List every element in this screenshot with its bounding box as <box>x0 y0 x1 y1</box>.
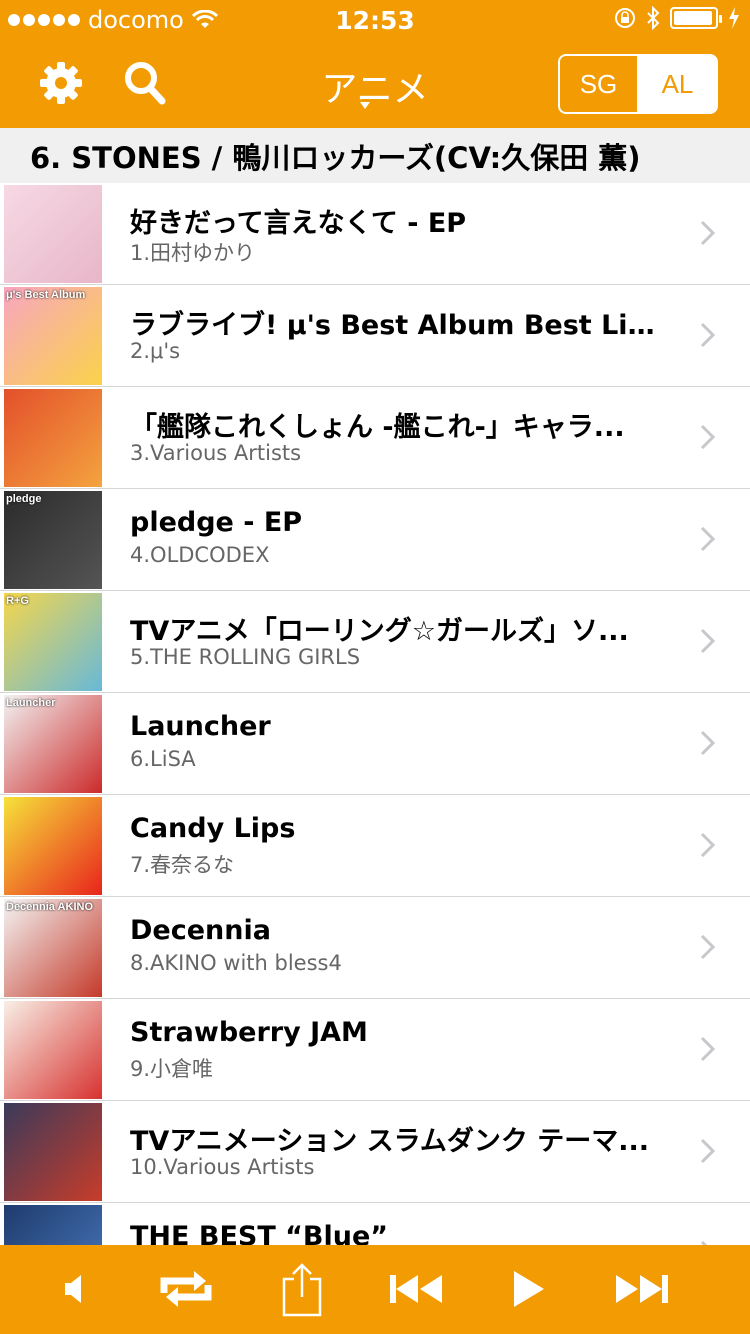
charging-icon <box>729 7 739 29</box>
album-row[interactable]: μ's Best Album ラブライブ! μ's Best Album Best… <box>0 285 750 387</box>
repeat-icon <box>160 1271 212 1307</box>
navigation-bar: アニメ SG AL <box>0 40 750 128</box>
top-bar: docomo 12:53 アニメ SG AL <box>0 0 750 128</box>
player-controls <box>0 1245 750 1334</box>
album-row[interactable]: R+G TVアニメ「ローリング☆ガールズ」ソ... 5.THE ROLLING GI… <box>0 591 750 693</box>
battery-level <box>674 11 712 25</box>
album-art-text: Launcher <box>6 697 56 709</box>
chevron-right-icon <box>700 220 716 246</box>
album-row[interactable]: pledge pledge - EP 4.OLDCODEX <box>0 489 750 591</box>
album-artist: 10.Various Artists <box>130 1155 315 1179</box>
share-button[interactable] <box>272 1263 332 1317</box>
album-art-strawberry <box>4 1001 102 1099</box>
segment-al[interactable]: AL <box>639 56 716 112</box>
album-title: Strawberry JAM <box>130 1017 368 1048</box>
album-row[interactable]: Launcher Launcher 6.LiSA <box>0 693 750 795</box>
chevron-right-icon <box>700 424 716 450</box>
chevron-right-icon <box>700 1036 716 1062</box>
album-title: Launcher <box>130 711 271 742</box>
album-title: TVアニメーション スラムダンク テーマ... <box>130 1126 649 1157</box>
album-art-dark-scratch: pledge <box>4 491 102 589</box>
album-artist: 4.OLDCODEX <box>130 543 270 567</box>
album-art-decennia: Decennia AKINO <box>4 899 102 997</box>
play-icon <box>514 1271 544 1307</box>
album-title: 好きだって言えなくて - EP <box>130 208 467 239</box>
album-row[interactable]: THE BEST “Blue” <box>0 1203 750 1245</box>
chevron-right-icon <box>700 832 716 858</box>
album-artist: 1.田村ゆかり <box>130 241 256 265</box>
album-title: ラブライブ! μ's Best Album Best Live!... <box>130 310 660 341</box>
album-row[interactable]: 「艦隊これくしょん -艦これ-」キャラ... 3.Various Artists <box>0 387 750 489</box>
previous-track-button[interactable] <box>386 1263 446 1315</box>
battery-icon <box>670 7 722 29</box>
album-row[interactable]: TVアニメーション スラムダンク テーマ... 10.Various Artist… <box>0 1101 750 1203</box>
segment-sg[interactable]: SG <box>560 56 639 112</box>
bluetooth-icon <box>647 6 660 30</box>
volume-button[interactable] <box>44 1263 104 1315</box>
volume-icon <box>65 1275 81 1303</box>
chevron-right-icon <box>700 526 716 552</box>
album-title: Decennia <box>130 915 271 946</box>
album-art-candy-balloons <box>4 797 102 895</box>
repeat-button[interactable] <box>156 1263 216 1315</box>
album-title: Candy Lips <box>130 813 296 844</box>
album-art-group-collage: μ's Best Album <box>4 287 102 385</box>
album-artist: 5.THE ROLLING GIRLS <box>130 645 361 669</box>
status-right <box>614 6 740 30</box>
next-track-button[interactable] <box>612 1263 672 1315</box>
album-art-anime-girls <box>4 389 102 487</box>
album-row[interactable]: Strawberry JAM 9.小倉唯 <box>0 999 750 1101</box>
album-artist: 6.LiSA <box>130 747 196 771</box>
album-list[interactable]: 好きだって言えなくて - EP 1.田村ゆかり μ's Best Album ラブライ… <box>0 183 750 1245</box>
album-title: 「艦隊これくしょん -艦これ-」キャラ... <box>130 412 625 443</box>
previous-track-icon <box>390 1275 442 1303</box>
status-bar: docomo 12:53 <box>0 0 750 40</box>
album-title: THE BEST “Blue” <box>130 1221 389 1245</box>
album-art-text: pledge <box>6 493 42 505</box>
album-artist: 8.AKINO with bless4 <box>130 951 342 975</box>
album-art-text: μ's Best Album <box>6 289 86 301</box>
album-artist: 3.Various Artists <box>130 441 302 465</box>
album-artist: 2.μ's <box>130 339 181 363</box>
play-button[interactable] <box>498 1263 558 1315</box>
album-art-pink-portrait <box>4 185 102 283</box>
album-art-slam-dunk <box>4 1103 102 1201</box>
chevron-right-icon <box>700 1138 716 1164</box>
album-title: TVアニメ「ローリング☆ガールズ」ソ... <box>130 616 629 647</box>
album-artist: 7.春奈るな <box>130 853 235 877</box>
album-art-blue <box>4 1205 102 1245</box>
album-art-anime-group: R+G <box>4 593 102 691</box>
album-art-text: R+G <box>6 595 29 607</box>
album-row[interactable]: Candy Lips 7.春奈るな <box>0 795 750 897</box>
album-art-text: Decennia AKINO <box>6 901 94 913</box>
chevron-right-icon <box>700 628 716 654</box>
album-artist: 9.小倉唯 <box>130 1057 214 1081</box>
orientation-lock-icon <box>615 8 635 28</box>
now-playing-header: 6. STONES / 鴨川ロッカーズ(CV:久保田 薫) <box>0 128 750 183</box>
share-icon <box>282 1263 322 1317</box>
chevron-right-icon <box>700 322 716 348</box>
album-art-launcher: Launcher <box>4 695 102 793</box>
segmented-control: SG AL <box>558 54 718 114</box>
album-row[interactable]: 好きだって言えなくて - EP 1.田村ゆかり <box>0 183 750 285</box>
chevron-right-icon <box>700 730 716 756</box>
chevron-right-icon <box>700 934 716 960</box>
next-track-icon <box>616 1275 668 1303</box>
chevron-down-icon <box>360 102 370 109</box>
album-row[interactable]: Decennia AKINO Decennia 8.AKINO with bless… <box>0 897 750 999</box>
album-title: pledge - EP <box>130 507 303 538</box>
